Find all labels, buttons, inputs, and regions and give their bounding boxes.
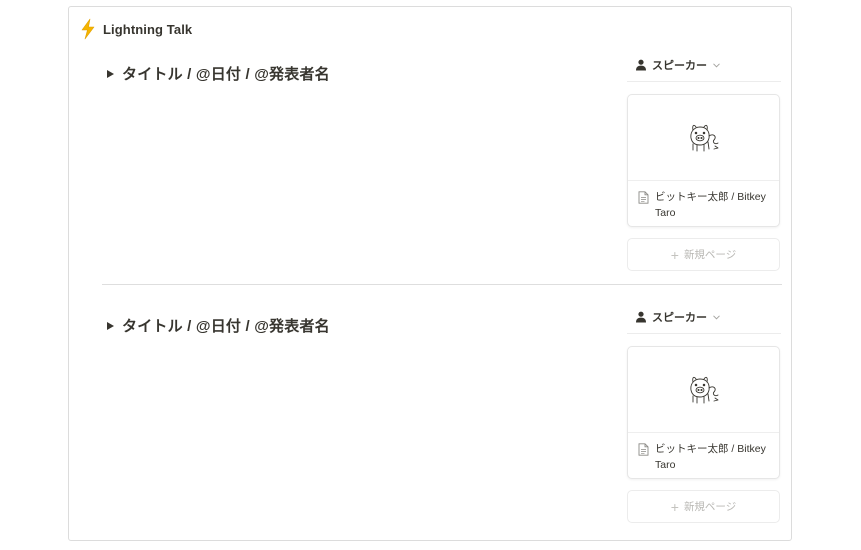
speaker-property-header[interactable]: スピーカー bbox=[627, 53, 781, 82]
plus-icon: + bbox=[670, 498, 679, 515]
speaker-gallery: スピーカー ビットキー太郎 / Bitkey Taro + 新規ページ bbox=[627, 53, 781, 271]
card-title: ビットキー太郎 / Bitkey Taro bbox=[655, 191, 766, 219]
speaker-gallery: スピーカー ビットキー太郎 / Bitkey Taro + 新規ページ bbox=[627, 305, 781, 523]
toggle-heading-text[interactable]: タイトル / @日付 / @発表者名 bbox=[122, 315, 330, 336]
speaker-property-header[interactable]: スピーカー bbox=[627, 305, 781, 334]
new-page-button[interactable]: + 新規ページ bbox=[627, 490, 780, 523]
lightning-bolt-icon bbox=[81, 18, 95, 40]
card-title: ビットキー太郎 / Bitkey Taro bbox=[655, 443, 766, 471]
pig-doodle-icon bbox=[689, 376, 718, 403]
toggle-heading-text[interactable]: タイトル / @日付 / @発表者名 bbox=[122, 63, 330, 84]
speaker-property-label: スピーカー bbox=[652, 60, 707, 72]
plus-icon: + bbox=[670, 246, 679, 263]
card-cover bbox=[628, 95, 779, 181]
toggle-heading[interactable]: タイトル / @日付 / @発表者名 bbox=[107, 63, 330, 84]
card-cover bbox=[628, 347, 779, 433]
new-page-label: 新規ページ bbox=[683, 249, 737, 261]
database-header: Lightning Talk bbox=[79, 17, 192, 41]
pig-doodle-icon bbox=[689, 124, 718, 151]
toggle-heading[interactable]: タイトル / @日付 / @発表者名 bbox=[107, 315, 330, 336]
toggle-triangle-icon[interactable] bbox=[107, 321, 114, 330]
gallery-card[interactable]: ビットキー太郎 / Bitkey Taro bbox=[627, 94, 780, 227]
database-title[interactable]: Lightning Talk bbox=[103, 22, 192, 37]
gallery-card[interactable]: ビットキー太郎 / Bitkey Taro bbox=[627, 346, 780, 479]
card-meta: ビットキー太郎 / Bitkey Taro bbox=[628, 433, 779, 473]
divider bbox=[102, 284, 782, 285]
chevron-down-icon[interactable] bbox=[713, 62, 720, 68]
card-meta: ビットキー太郎 / Bitkey Taro bbox=[628, 181, 779, 221]
speaker-property-label: スピーカー bbox=[652, 312, 707, 324]
document-icon bbox=[638, 191, 649, 204]
new-page-button[interactable]: + 新規ページ bbox=[627, 238, 780, 271]
chevron-down-icon[interactable] bbox=[713, 314, 720, 320]
person-icon bbox=[636, 59, 646, 71]
document-icon bbox=[638, 443, 649, 456]
new-page-label: 新規ページ bbox=[683, 501, 737, 513]
database-frame: Lightning Talk タイトル / @日付 / @発表者名 スピーカー bbox=[68, 6, 792, 541]
toggle-triangle-icon[interactable] bbox=[107, 69, 114, 78]
person-icon bbox=[636, 311, 646, 323]
